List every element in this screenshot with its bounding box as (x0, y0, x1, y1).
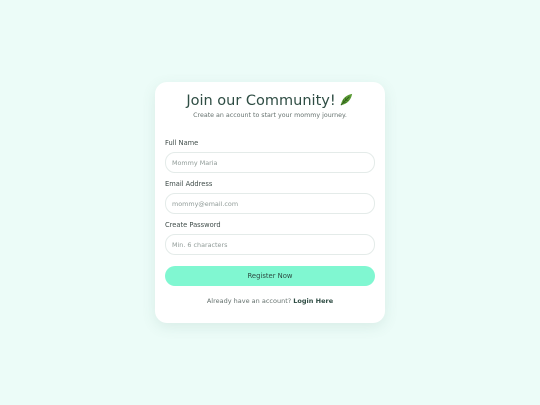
register-button[interactable]: Register Now (165, 266, 375, 286)
full-name-label: Full Name (165, 139, 199, 147)
password-label: Create Password (165, 221, 221, 229)
full-name-input[interactable] (165, 152, 375, 173)
email-input[interactable] (165, 193, 375, 214)
leaf-icon (340, 93, 352, 106)
login-prompt: Already have an account? Login Here (155, 297, 385, 305)
form-title: Join our Community! (186, 93, 336, 109)
login-link[interactable]: Login Here (293, 297, 333, 305)
password-input[interactable] (165, 234, 375, 255)
form-title-row: Join our Community! (155, 92, 385, 110)
login-prompt-text: Already have an account? (206, 297, 292, 305)
registration-card: Join our Community! Create an account to… (155, 82, 385, 323)
form-subtitle: Create an account to start your mommy jo… (193, 112, 347, 119)
email-label: Email Address (165, 180, 213, 188)
